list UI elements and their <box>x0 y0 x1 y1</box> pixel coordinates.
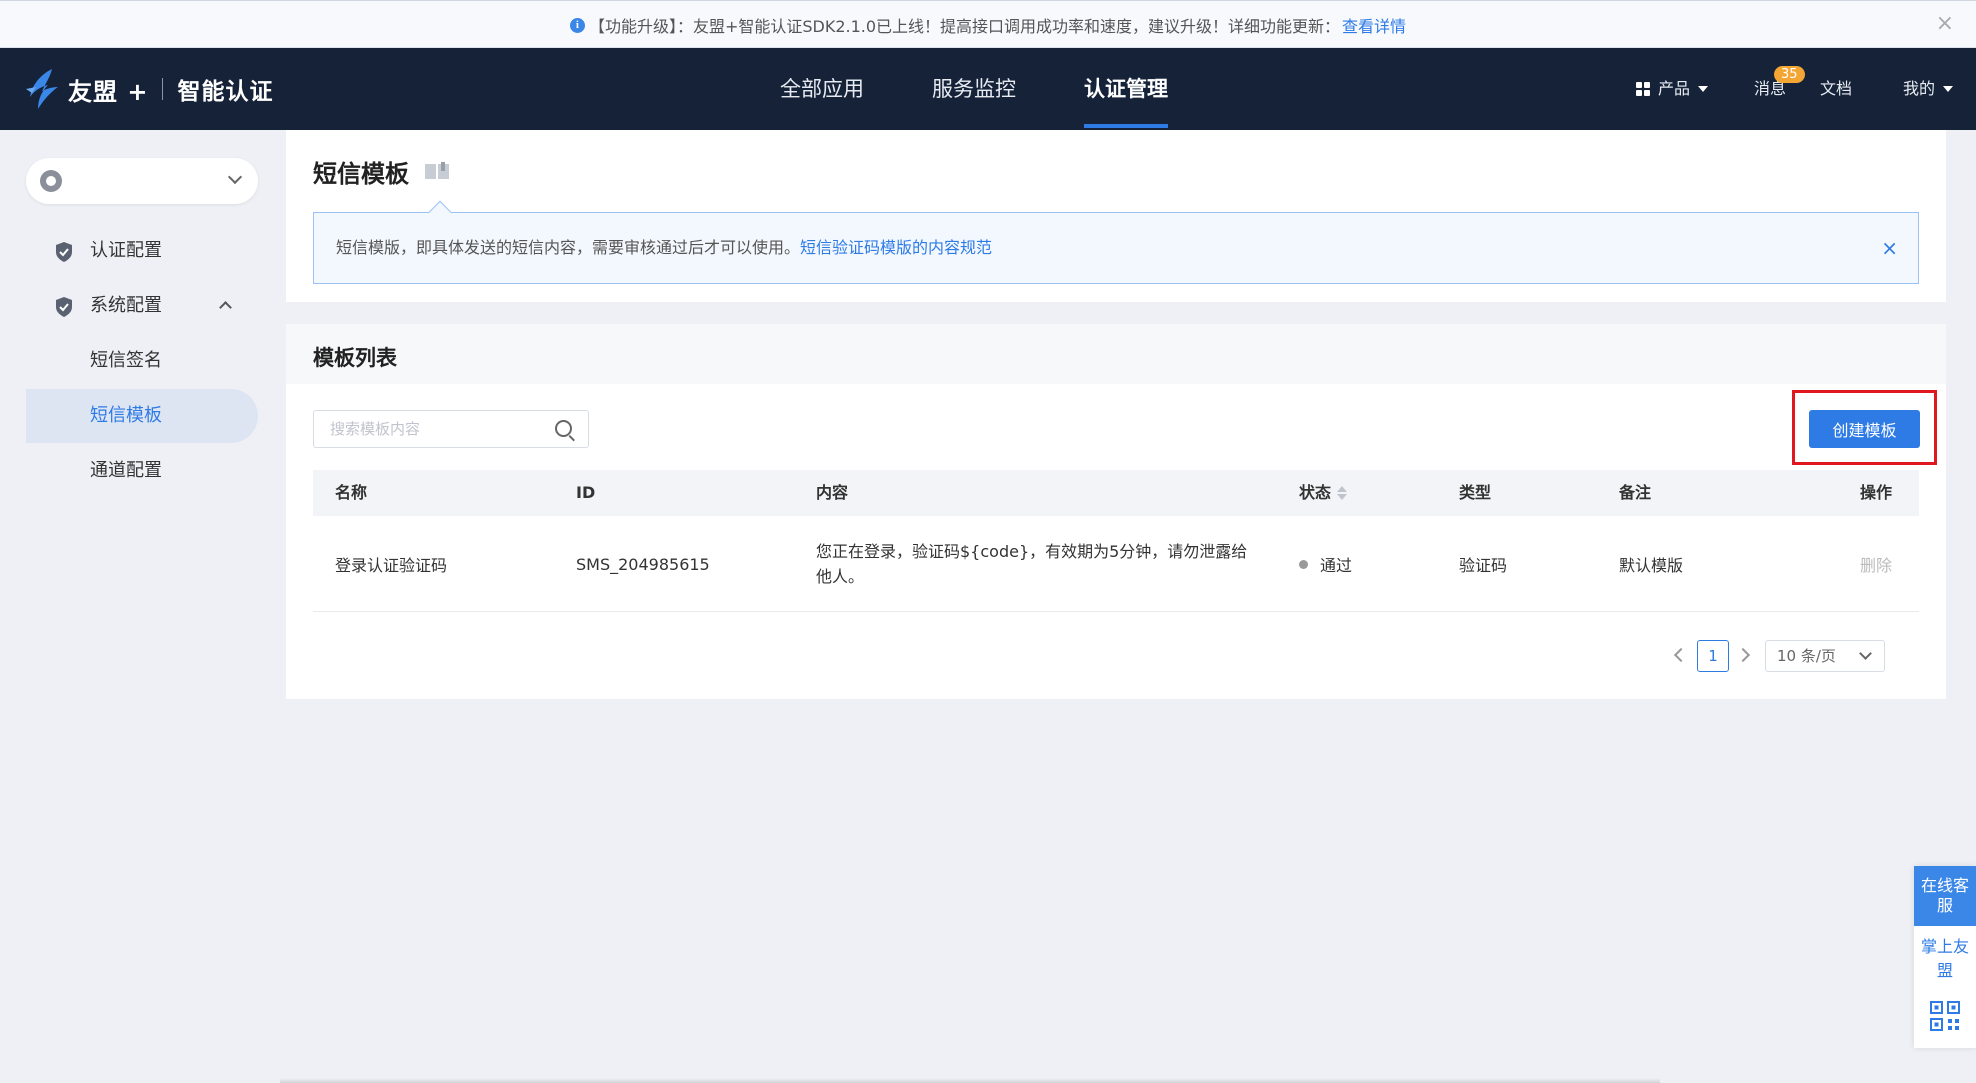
app-selector[interactable] <box>26 158 258 204</box>
apple-icon <box>40 170 62 192</box>
notice-text: 短信模版，即具体发送的短信内容，需要审核通过后才可以使用。 <box>336 238 801 257</box>
brand[interactable]: 友盟 + 智能认证 <box>22 48 273 130</box>
column-header-type: 类型 <box>1459 483 1492 502</box>
list-header: 模板列表 <box>286 324 1946 384</box>
caret-down-icon <box>1698 86 1709 92</box>
cell-name: 登录认证验证码 <box>335 556 448 575</box>
sidebar-item-label: 系统配置 <box>90 295 162 316</box>
sidebar-item-label: 认证配置 <box>90 240 162 261</box>
search-box <box>313 410 589 448</box>
message-count-badge: 35 <box>1774 66 1805 83</box>
sidebar: 认证配置 系统配置 短信签名 短信模板 通道配置 <box>0 130 282 1083</box>
shield-icon <box>56 297 72 317</box>
info-icon: i <box>569 17 585 33</box>
tab-all-apps[interactable]: 全部应用 <box>780 48 864 130</box>
brand-divider <box>162 78 164 100</box>
close-icon[interactable]: × <box>1881 213 1898 283</box>
page-header-card: 短信模板 短信模版，即具体发送的短信内容，需要审核通过后才可以使用。短信验证码模… <box>286 130 1946 302</box>
mine-label: 我的 <box>1903 79 1936 98</box>
caret-down-icon <box>1943 86 1954 92</box>
floating-widget: 在线客服 掌上友盟 <box>1914 866 1976 1048</box>
umeng-logo-icon <box>26 69 58 109</box>
cell-content: 您正在登录，验证码${code}，有效期为5分钟，请勿泄露给他人。 <box>816 542 1248 586</box>
status-label: 通过 <box>1320 556 1353 575</box>
create-template-button[interactable]: 创建模板 <box>1809 410 1920 448</box>
products-menu[interactable]: 产品 <box>1636 48 1709 130</box>
cell-id: SMS_204985615 <box>576 554 710 574</box>
sidebar-item-system-config[interactable]: 系统配置 <box>26 279 258 333</box>
sidebar-item-sms-signature[interactable]: 短信签名 <box>26 334 258 388</box>
column-header-content: 内容 <box>816 483 849 502</box>
grid-icon <box>1636 82 1650 96</box>
book-icon[interactable] <box>424 162 452 180</box>
column-header-status[interactable]: 状态 <box>1299 470 1348 516</box>
shield-icon <box>56 242 72 262</box>
tab-auth-management[interactable]: 认证管理 <box>1084 48 1168 130</box>
mine-menu[interactable]: 我的 <box>1903 48 1954 130</box>
status-dot-icon <box>1299 559 1308 569</box>
column-header-action: 操作 <box>1860 483 1893 502</box>
page-size-select[interactable]: 10 条/页 <box>1765 640 1885 672</box>
page-number-current[interactable]: 1 <box>1697 640 1729 672</box>
prev-page-icon[interactable] <box>1673 647 1689 663</box>
status-header-label: 状态 <box>1299 483 1332 502</box>
products-label: 产品 <box>1658 79 1691 98</box>
list-title: 模板列表 <box>313 346 397 370</box>
announcement-detail-link[interactable]: 查看详情 <box>1342 13 1406 37</box>
sidebar-item-sms-template[interactable]: 短信模板 <box>26 389 258 443</box>
chevron-down-icon <box>227 169 243 185</box>
notice-pointer <box>428 200 452 224</box>
bottom-shadow <box>280 1078 1660 1083</box>
sidebar-item-channel-config[interactable]: 通道配置 <box>26 444 258 498</box>
table-header: 名称 ID 内容 状态 类型 备注 操作 <box>313 470 1919 516</box>
messages-menu[interactable]: 消息 35 <box>1754 48 1805 130</box>
announcement-bar: i 【功能升级】：友盟+智能认证SDK2.1.0已上线！提高接口调用成功率和速度… <box>0 0 1976 48</box>
online-service-button[interactable]: 在线客服 <box>1914 866 1976 926</box>
qrcode-icon[interactable] <box>1930 1001 1960 1031</box>
cell-remark: 默认模版 <box>1619 556 1684 575</box>
main-nav: 全部应用 服务监控 认证管理 <box>780 48 1236 130</box>
next-page-icon[interactable] <box>1735 647 1751 663</box>
table-row: 登录认证验证码 SMS_204985615 您正在登录，验证码${code}，有… <box>313 516 1919 612</box>
chevron-down-icon <box>1859 647 1872 660</box>
close-icon[interactable]: × <box>1936 13 1954 35</box>
page-title: 短信模板 <box>313 160 409 188</box>
tab-service-monitor[interactable]: 服务监控 <box>932 48 1016 130</box>
template-list-card: 模板列表 创建模板 名称 ID 内容 状态 类型 备注 操作 登录认证验证码 S… <box>286 324 1946 699</box>
product-name: 智能认证 <box>177 79 274 105</box>
column-header-name: 名称 <box>335 483 368 502</box>
mobile-umeng-button[interactable]: 掌上友盟 <box>1914 930 1976 988</box>
sidebar-item-auth-config[interactable]: 认证配置 <box>26 224 258 278</box>
notice-spec-link[interactable]: 短信验证码模版的内容规范 <box>800 238 992 257</box>
search-icon[interactable] <box>555 420 572 437</box>
column-header-remark: 备注 <box>1619 483 1652 502</box>
announcement-text: 【功能升级】：友盟+智能认证SDK2.1.0已上线！提高接口调用成功率和速度，建… <box>588 17 1341 36</box>
sort-icon[interactable] <box>1337 485 1348 501</box>
delete-link[interactable]: 删除 <box>1860 516 1892 612</box>
info-notice: 短信模版，即具体发送的短信内容，需要审核通过后才可以使用。短信验证码模版的内容规… <box>313 200 1919 284</box>
top-navbar: 友盟 + 智能认证 全部应用 服务监控 认证管理 产品 消息 35 文档 我的 <box>0 48 1976 130</box>
chevron-up-icon[interactable] <box>219 301 232 314</box>
docs-link[interactable]: 文档 <box>1820 48 1852 130</box>
brand-name: 友盟 + <box>68 77 149 106</box>
cell-type: 验证码 <box>1459 556 1508 575</box>
page-size-value: 10 条/页 <box>1777 647 1836 665</box>
search-input[interactable] <box>314 411 544 447</box>
cell-status: 通过 <box>1299 516 1352 612</box>
column-header-id: ID <box>576 483 596 502</box>
